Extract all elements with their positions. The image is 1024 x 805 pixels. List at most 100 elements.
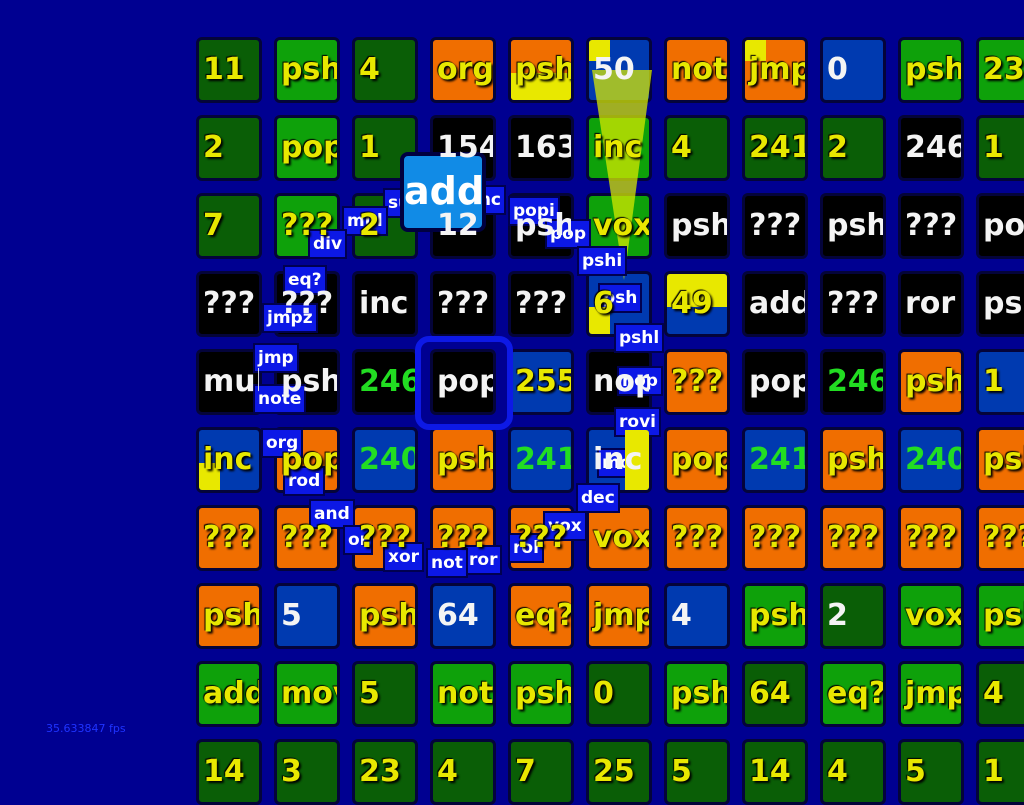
grid-cell-label: ??? bbox=[281, 520, 334, 555]
grid-cell[interactable]: psh bbox=[976, 427, 1024, 493]
grid-cell[interactable]: 23 bbox=[976, 37, 1024, 103]
grid-cell[interactable]: 0 bbox=[586, 661, 652, 727]
grid-cell[interactable]: eq? bbox=[820, 661, 886, 727]
grid-cell[interactable]: 14 bbox=[742, 739, 808, 805]
grid-cell[interactable]: 240 bbox=[898, 427, 964, 493]
grid-cell[interactable]: ror bbox=[898, 271, 964, 337]
grid-cell[interactable]: jmpz bbox=[586, 583, 652, 649]
grid-cell[interactable]: add bbox=[196, 661, 262, 727]
grid-cell[interactable]: 5 bbox=[664, 739, 730, 805]
grid-cell[interactable]: ??? bbox=[898, 505, 964, 571]
grid-cell-label: 5 bbox=[671, 754, 692, 789]
grid-cell[interactable]: 3 bbox=[274, 739, 340, 805]
grid-cell-label: pshl bbox=[905, 52, 964, 87]
grid-cell[interactable]: pshl bbox=[664, 661, 730, 727]
grid-cell[interactable]: 64 bbox=[430, 583, 496, 649]
grid-cell[interactable]: 241 bbox=[742, 427, 808, 493]
grid-cell[interactable]: psh bbox=[820, 427, 886, 493]
grid-cell[interactable]: 2 bbox=[820, 583, 886, 649]
grid-cell-label: ??? bbox=[671, 364, 724, 399]
grid-cell[interactable]: 49 bbox=[664, 271, 730, 337]
grid-cell[interactable]: jmp bbox=[742, 37, 808, 103]
grid-cell[interactable]: 25 bbox=[586, 739, 652, 805]
grid-cell[interactable]: jmpz bbox=[898, 661, 964, 727]
grid-cell[interactable]: 7 bbox=[196, 193, 262, 259]
grid-cell-label: note bbox=[437, 676, 494, 711]
grid-cell[interactable]: vox bbox=[586, 505, 652, 571]
grid-cell[interactable]: ??? bbox=[508, 271, 574, 337]
grid-cell[interactable]: 2 bbox=[820, 115, 886, 181]
grid-cell[interactable]: 4 bbox=[664, 583, 730, 649]
grid-cell[interactable]: ??? bbox=[820, 271, 886, 337]
grid-cell[interactable]: 1 bbox=[976, 349, 1024, 415]
grid-cell-label: ??? bbox=[281, 286, 334, 321]
grid-cell[interactable]: 1 bbox=[976, 739, 1024, 805]
grid-cell[interactable]: 241 bbox=[508, 427, 574, 493]
grid-cell[interactable]: psh bbox=[196, 583, 262, 649]
grid-cell[interactable]: pshl bbox=[898, 349, 964, 415]
grid-cell[interactable]: pshl bbox=[898, 37, 964, 103]
grid-cell[interactable]: 11 bbox=[196, 37, 262, 103]
grid-cell[interactable]: ??? bbox=[820, 505, 886, 571]
grid-cell[interactable]: 240 bbox=[352, 427, 418, 493]
grid-cell[interactable]: 163 bbox=[508, 115, 574, 181]
grid-cell[interactable]: pop bbox=[976, 193, 1024, 259]
grid-cell[interactable]: inc bbox=[352, 271, 418, 337]
grid-cell[interactable]: 246 bbox=[352, 349, 418, 415]
grid-cell[interactable]: 246 bbox=[820, 349, 886, 415]
grid-cell[interactable]: 23 bbox=[352, 739, 418, 805]
grid-cell-label: pshl bbox=[749, 598, 808, 633]
grid-cell[interactable]: vox bbox=[898, 583, 964, 649]
grid-cell[interactable]: psh bbox=[508, 661, 574, 727]
grid-cell[interactable]: pop bbox=[274, 115, 340, 181]
grid-cell[interactable]: 64 bbox=[742, 661, 808, 727]
grid-cell[interactable]: 4 bbox=[352, 37, 418, 103]
grid-cell[interactable]: 4 bbox=[820, 739, 886, 805]
grid-cell[interactable]: pshl bbox=[820, 193, 886, 259]
grid-cell[interactable]: ??? bbox=[196, 271, 262, 337]
grid-cell[interactable]: 0 bbox=[820, 37, 886, 103]
grid-cell[interactable]: pshl bbox=[274, 37, 340, 103]
grid-cell[interactable]: ??? bbox=[664, 349, 730, 415]
grid-cell[interactable]: ??? bbox=[898, 193, 964, 259]
grid-cell[interactable]: 4 bbox=[976, 661, 1024, 727]
grid-cell[interactable]: 7 bbox=[508, 739, 574, 805]
grid-cell[interactable]: pshl bbox=[352, 583, 418, 649]
grid-cell[interactable]: pshl bbox=[664, 193, 730, 259]
grid-cell[interactable]: psh bbox=[430, 427, 496, 493]
grid-cell[interactable]: 1 bbox=[976, 115, 1024, 181]
grid-cell[interactable]: 246 bbox=[898, 115, 964, 181]
grid-cell[interactable]: psh bbox=[976, 583, 1024, 649]
grid-cell-label: ??? bbox=[749, 208, 802, 243]
grid-cell[interactable]: 5 bbox=[898, 739, 964, 805]
grid-cell[interactable]: ??? bbox=[664, 505, 730, 571]
grid-cell[interactable]: ??? bbox=[196, 505, 262, 571]
grid-cell-label: ??? bbox=[515, 520, 568, 555]
grid-cell[interactable]: pop bbox=[664, 427, 730, 493]
grid-cell[interactable]: add bbox=[742, 271, 808, 337]
grid-cell[interactable]: pop bbox=[742, 349, 808, 415]
grid-cell[interactable]: ??? bbox=[742, 505, 808, 571]
grid-cell[interactable]: org bbox=[430, 37, 496, 103]
grid-cell[interactable]: ??? bbox=[976, 505, 1024, 571]
grid-cell[interactable]: inc bbox=[196, 427, 262, 493]
grid-cell[interactable]: note bbox=[430, 661, 496, 727]
grid-cell[interactable]: 5 bbox=[274, 583, 340, 649]
grid-cell[interactable]: note bbox=[664, 37, 730, 103]
grid-cell[interactable]: pshl bbox=[742, 583, 808, 649]
grid-cell[interactable]: 255 bbox=[508, 349, 574, 415]
grid-cell[interactable]: 4 bbox=[430, 739, 496, 805]
grid-cell[interactable]: 4 bbox=[664, 115, 730, 181]
grid-cell[interactable]: psh bbox=[508, 37, 574, 103]
grid-cell[interactable]: ??? bbox=[742, 193, 808, 259]
grid-cell[interactable]: psh bbox=[976, 271, 1024, 337]
grid-cell[interactable]: eq? bbox=[508, 583, 574, 649]
grid-cell[interactable]: nop bbox=[586, 349, 652, 415]
grid-cell[interactable]: 241 bbox=[742, 115, 808, 181]
grid-cell[interactable]: mov bbox=[274, 661, 340, 727]
grid-cell[interactable]: 14 bbox=[196, 739, 262, 805]
grid-cell[interactable]: ??? bbox=[430, 271, 496, 337]
grid-cell[interactable]: 5 bbox=[352, 661, 418, 727]
grid-cell-label: add bbox=[749, 286, 808, 321]
grid-cell[interactable]: 2 bbox=[196, 115, 262, 181]
